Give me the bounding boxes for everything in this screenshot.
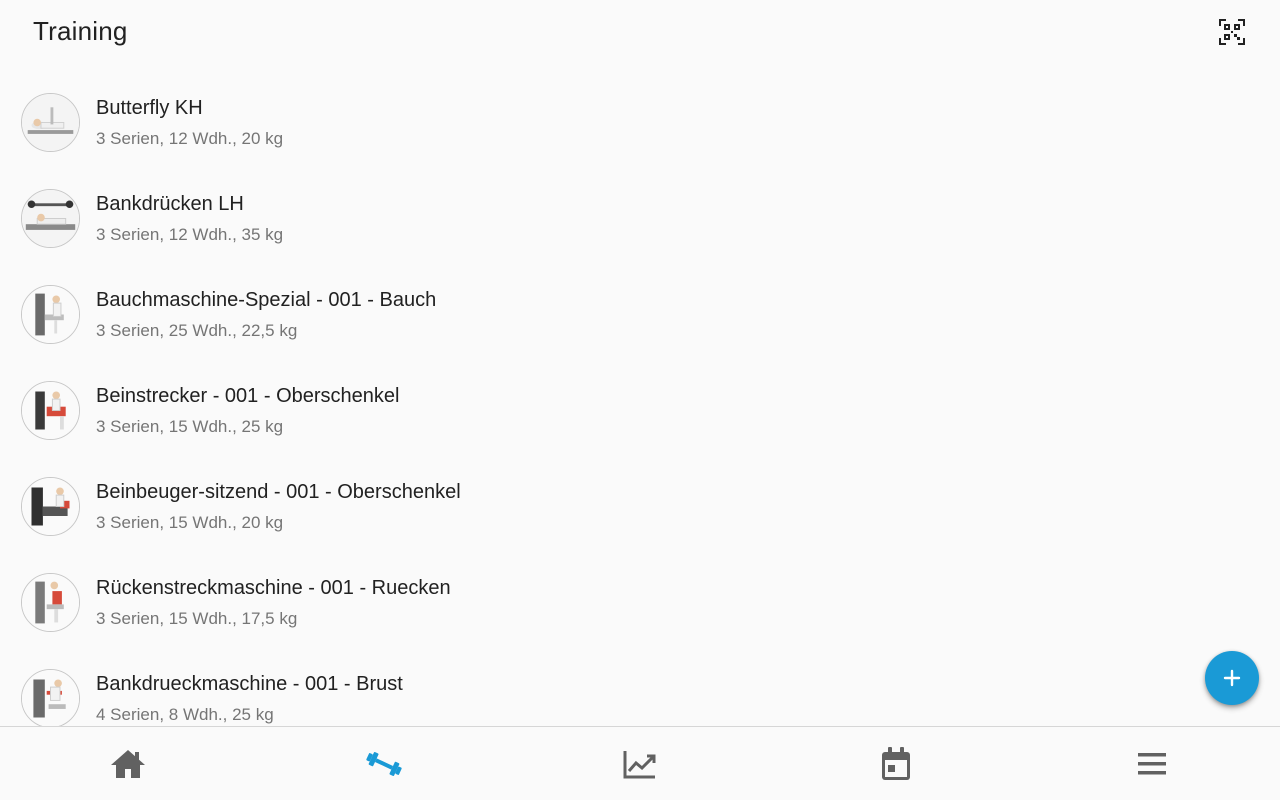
exercise-details: 3 Serien, 25 Wdh., 22,5 kg xyxy=(96,321,298,340)
exercise-list-item[interactable]: Beinbeuger-sitzend - 001 - Oberschenkel … xyxy=(0,444,1280,540)
exercise-list-item[interactable]: Bankdrueckmaschine - 001 - Brust 4 Serie… xyxy=(0,636,1280,726)
exercise-thumbnail xyxy=(21,285,80,344)
exercise-thumbnail xyxy=(21,189,80,248)
exercise-list-item[interactable]: Bauchmaschine-Spezial - 001 - Bauch 3 Se… xyxy=(0,252,1280,348)
exercise-details: 3 Serien, 12 Wdh., 35 kg xyxy=(96,225,284,244)
exercise-name: Butterfly KH xyxy=(96,97,203,119)
exercise-details: 3 Serien, 12 Wdh., 20 kg xyxy=(96,129,284,148)
calendar-icon xyxy=(882,746,910,780)
add-icon xyxy=(1223,669,1241,687)
exercise-details: 3 Serien, 15 Wdh., 17,5 kg xyxy=(96,609,298,628)
exercise-list-item[interactable]: Bankdrücken LH 3 Serien, 12 Wdh., 35 kg xyxy=(0,156,1280,252)
exercise-name: Bankdrueckmaschine - 001 - Brust xyxy=(96,673,403,695)
exercise-name: Bauchmaschine-Spezial - 001 - Bauch xyxy=(96,289,437,311)
exercise-thumbnail xyxy=(21,93,80,152)
exercise-list: Butterfly KH 3 Serien, 12 Wdh., 20 kg Ba… xyxy=(0,60,1280,726)
nav-statistics[interactable] xyxy=(512,727,768,800)
exercise-thumbnail xyxy=(21,669,80,726)
exercise-thumbnail xyxy=(21,573,80,632)
exercise-name: Bankdrücken LH xyxy=(96,193,244,215)
exercise-name: Rückenstreckmaschine - 001 - Ruecken xyxy=(96,577,451,599)
dumbbell-icon xyxy=(366,751,402,776)
exercise-details: 3 Serien, 15 Wdh., 20 kg xyxy=(96,513,284,532)
qr-code-scanner-icon xyxy=(1219,19,1245,45)
exercise-list-item[interactable]: Butterfly KH 3 Serien, 12 Wdh., 20 kg xyxy=(0,60,1280,156)
exercise-list-item[interactable]: Beinstrecker - 001 - Oberschenkel 3 Seri… xyxy=(0,348,1280,444)
menu-icon xyxy=(1138,752,1166,774)
page-title: Training xyxy=(33,16,128,46)
exercise-details: 3 Serien, 15 Wdh., 25 kg xyxy=(96,417,284,436)
nav-training[interactable] xyxy=(256,727,512,800)
exercise-name: Beinstrecker - 001 - Oberschenkel xyxy=(96,385,400,407)
exercise-list-item[interactable]: Rückenstreckmaschine - 001 - Ruecken 3 S… xyxy=(0,540,1280,636)
nav-calendar[interactable] xyxy=(768,727,1024,800)
add-exercise-button[interactable] xyxy=(1205,651,1259,705)
nav-menu[interactable] xyxy=(1024,727,1280,800)
nav-home[interactable] xyxy=(0,727,256,800)
exercise-thumbnail xyxy=(21,381,80,440)
trending-chart-icon xyxy=(623,750,656,778)
app-bar: Training xyxy=(0,0,1280,64)
exercise-details: 4 Serien, 8 Wdh., 25 kg xyxy=(96,705,274,724)
home-icon xyxy=(111,749,145,778)
qr-scan-button[interactable] xyxy=(1212,12,1252,52)
exercise-name: Beinbeuger-sitzend - 001 - Oberschenkel xyxy=(96,481,461,503)
exercise-thumbnail xyxy=(21,477,80,536)
bottom-navigation xyxy=(0,726,1280,800)
